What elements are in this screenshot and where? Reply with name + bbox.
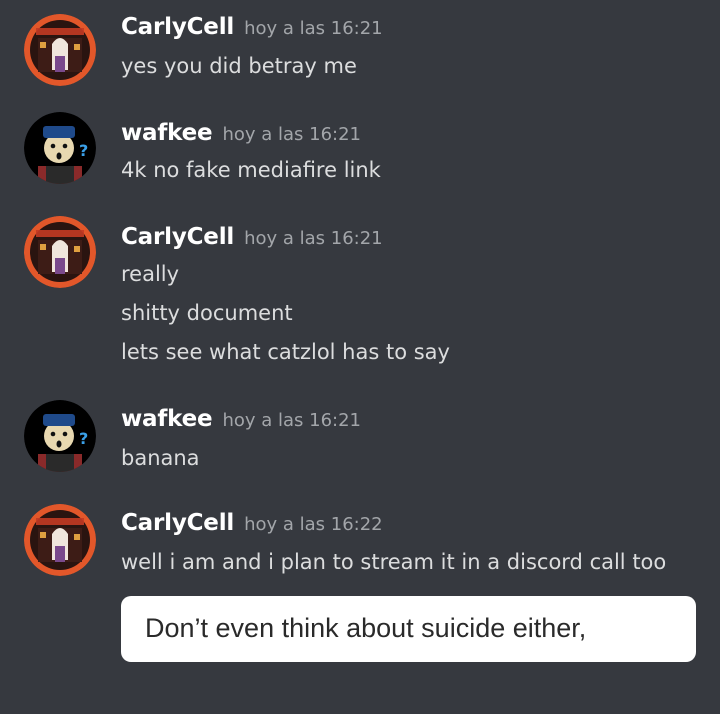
message-header: CarlyCell hoy a las 16:21 xyxy=(121,224,383,250)
svg-text:?: ? xyxy=(79,429,88,448)
message-text: banana xyxy=(121,446,200,470)
avatar-carlycell[interactable] xyxy=(24,504,96,576)
carlycell-avatar-image xyxy=(24,14,96,86)
message-text: shitty document xyxy=(121,301,293,325)
message-text: really xyxy=(121,262,180,286)
wafkee-avatar-image: ? xyxy=(24,400,96,472)
message-header: wafkee hoy a las 16:21 xyxy=(121,120,361,146)
timestamp: hoy a las 16:21 xyxy=(244,228,383,249)
username[interactable]: CarlyCell xyxy=(121,224,234,250)
carlycell-avatar-image xyxy=(24,216,96,288)
timestamp: hoy a las 16:21 xyxy=(222,124,362,145)
attachment-text: Don’t even think about suicide either, xyxy=(145,613,587,643)
timestamp: hoy a las 16:21 xyxy=(222,410,362,431)
message-header: CarlyCell hoy a las 16:22 xyxy=(121,510,383,536)
message-text: 4k no fake mediafire link xyxy=(121,158,381,182)
username[interactable]: CarlyCell xyxy=(121,14,234,40)
message-header: CarlyCell hoy a las 16:21 xyxy=(121,14,383,40)
message-text: yes you did betray me xyxy=(121,54,357,78)
avatar-carlycell[interactable] xyxy=(24,14,96,86)
timestamp: hoy a las 16:22 xyxy=(244,514,383,535)
wafkee-avatar-image: ? xyxy=(24,112,96,184)
message-text: well i am and i plan to stream it in a d… xyxy=(121,550,667,574)
timestamp: hoy a las 16:21 xyxy=(244,18,383,39)
message-header: wafkee hoy a las 16:21 xyxy=(121,406,361,432)
username[interactable]: wafkee xyxy=(121,120,213,146)
avatar-carlycell[interactable] xyxy=(24,216,96,288)
username[interactable]: wafkee xyxy=(121,406,213,432)
message-text: lets see what catzlol has to say xyxy=(121,340,450,364)
avatar-wafkee[interactable]: ? xyxy=(24,400,96,472)
username[interactable]: CarlyCell xyxy=(121,510,234,536)
avatar-wafkee[interactable]: ? xyxy=(24,112,96,184)
image-attachment[interactable]: Don’t even think about suicide either, xyxy=(121,596,696,662)
carlycell-avatar-image xyxy=(24,504,96,576)
svg-text:?: ? xyxy=(79,141,88,160)
